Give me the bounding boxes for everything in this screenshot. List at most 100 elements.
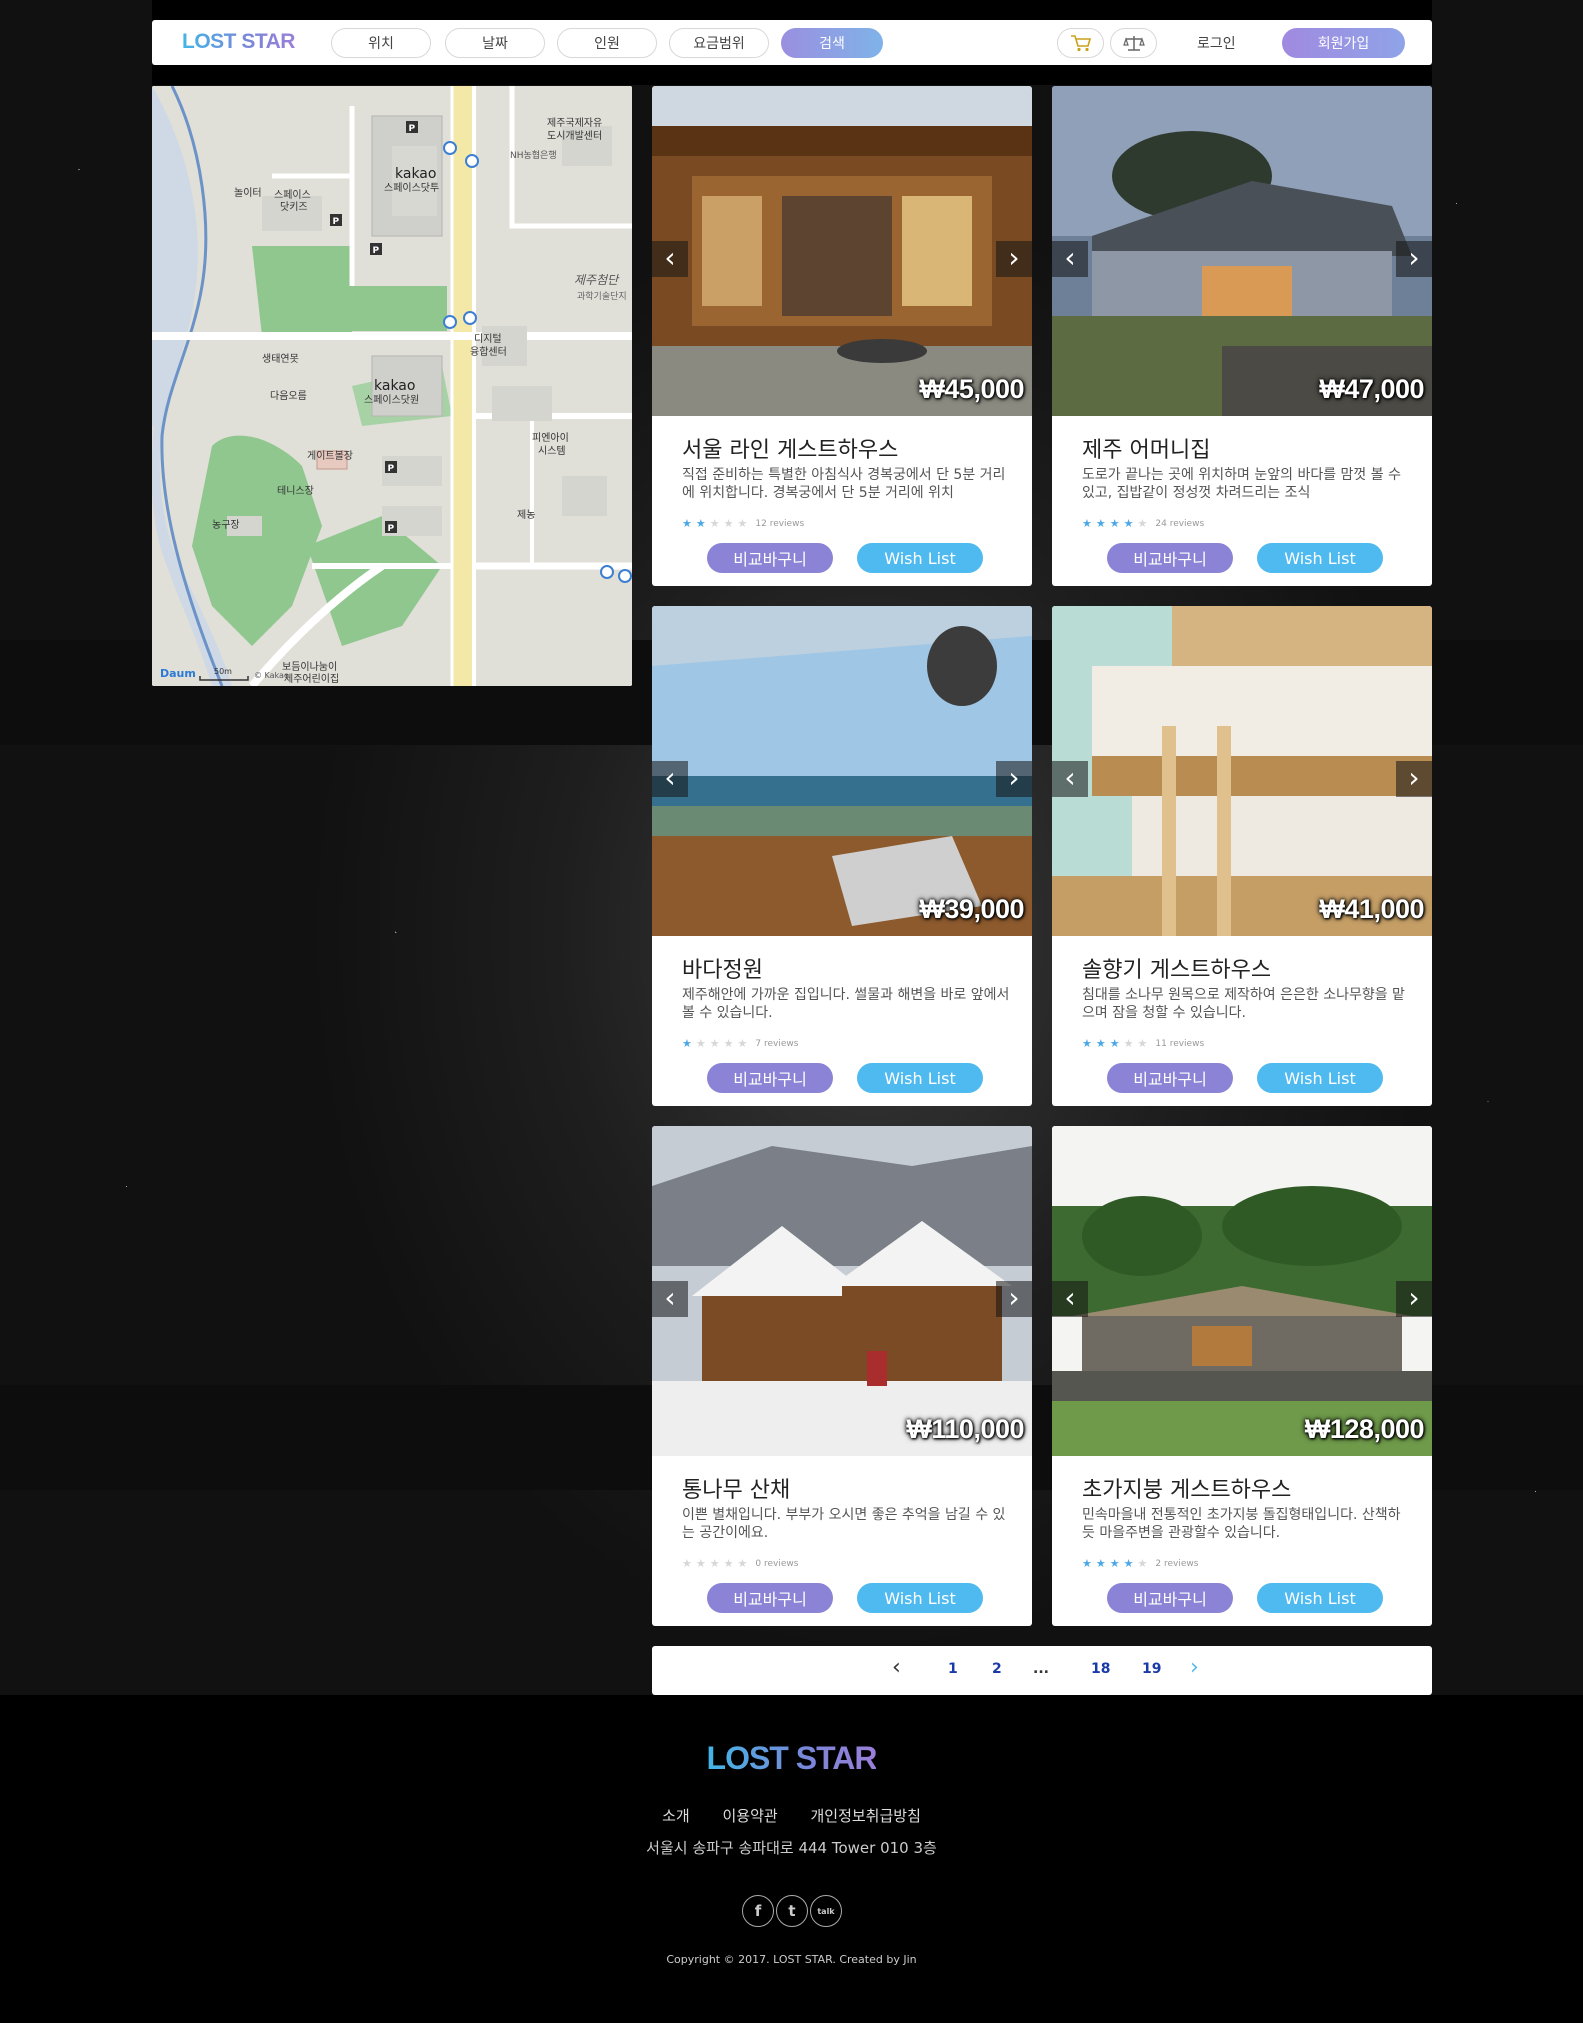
svg-text:P: P xyxy=(388,524,395,534)
listing-photo[interactable]: ‹ › ₩41,000 xyxy=(1052,606,1432,936)
review-count: 12 reviews xyxy=(755,518,805,529)
wish-list-button[interactable]: Wish List xyxy=(857,1063,983,1093)
photo-next-button[interactable]: › xyxy=(1396,241,1432,277)
wish-list-button[interactable]: Wish List xyxy=(857,1583,983,1613)
photo-prev-button[interactable]: ‹ xyxy=(1052,1281,1088,1317)
listing-card[interactable]: ‹ › ₩45,000 서울 라인 게스트하우스 직접 준비하는 특별한 아침식… xyxy=(652,86,1032,586)
photo-next-button[interactable]: › xyxy=(996,241,1032,277)
listing-photo[interactable]: ‹ › ₩110,000 xyxy=(652,1126,1032,1456)
listing-card[interactable]: ‹ › ₩39,000 바다정원 제주해안에 가까운 집입니다. 썰물과 해변을… xyxy=(652,606,1032,1106)
nav-location-button[interactable]: 위치 xyxy=(331,28,431,58)
listing-photo-image xyxy=(1052,86,1432,416)
prev-page-button[interactable]: ‹ xyxy=(892,1655,901,1680)
compare-scale-button[interactable] xyxy=(1110,28,1157,58)
page-link-19[interactable]: 19 xyxy=(1142,1661,1161,1677)
star-icon: ★ xyxy=(737,1037,748,1050)
wish-list-button[interactable]: Wish List xyxy=(1257,1583,1383,1613)
footer-link-about[interactable]: 소개 xyxy=(662,1807,690,1825)
pagination: ‹ 1 2 ... 18 19 › xyxy=(652,1646,1432,1695)
star-icon: ★ xyxy=(709,1037,720,1050)
star-icon: ★ xyxy=(723,1557,734,1570)
signup-button[interactable]: 회원가입 xyxy=(1282,28,1405,58)
star-icon: ★ xyxy=(723,1037,734,1050)
map-label: 스페이스닷투 xyxy=(384,182,439,194)
add-to-compare-button[interactable]: 비교바구니 xyxy=(1107,1583,1233,1613)
listing-photo[interactable]: ‹ › ₩39,000 xyxy=(652,606,1032,936)
listing-rating: ★ ★ ★ ★ ★ 11 reviews xyxy=(1082,1037,1204,1050)
listing-description: 이쁜 별채입니다. 부부가 오시면 좋은 추억을 남길 수 있는 공간이에요. xyxy=(682,1507,1006,1541)
balance-scale-icon xyxy=(1122,36,1145,51)
nav-guests-button[interactable]: 인원 xyxy=(557,28,657,58)
listing-title[interactable]: 바다정원 xyxy=(682,952,763,984)
photo-next-button[interactable]: › xyxy=(1396,761,1432,797)
add-to-compare-button[interactable]: 비교바구니 xyxy=(707,1583,833,1613)
footer-address: 서울시 송파구 송파대로 444 Tower 010 3층 xyxy=(646,1839,937,1857)
cart-button[interactable] xyxy=(1057,28,1104,58)
listing-card[interactable]: ‹ › ₩128,000 초가지붕 게스트하우스 민속마을내 전통적인 초가지붕… xyxy=(1052,1126,1432,1626)
review-count: 11 reviews xyxy=(1155,1038,1205,1049)
nav-date-button[interactable]: 날짜 xyxy=(445,28,545,58)
photo-prev-button[interactable]: ‹ xyxy=(652,761,688,797)
listing-price: ₩41,000 xyxy=(1319,894,1424,924)
photo-prev-button[interactable]: ‹ xyxy=(1052,241,1088,277)
map-canvas[interactable]: P P P P P 제주국제자유 도시개발센터 NH농협은행 kakao 스페이스닷투… xyxy=(152,86,632,686)
photo-next-button[interactable]: › xyxy=(996,1281,1032,1317)
listing-title[interactable]: 제주 어머니집 xyxy=(1082,432,1210,464)
photo-prev-button[interactable]: ‹ xyxy=(1052,761,1088,797)
listing-photo[interactable]: ‹ › ₩45,000 xyxy=(652,86,1032,416)
map-copyright: © Kakao xyxy=(254,671,289,680)
nav-price-range-button[interactable]: 요금범위 xyxy=(669,28,769,58)
photo-prev-button[interactable]: ‹ xyxy=(652,1281,688,1317)
listing-title[interactable]: 서울 라인 게스트하우스 xyxy=(682,432,898,464)
page-link-1[interactable]: 1 xyxy=(948,1661,958,1677)
listing-description: 직접 준비하는 특별한 아침식사 경복궁에서 단 5분 거리에 위치합니다. 경… xyxy=(682,467,1006,501)
wish-list-button[interactable]: Wish List xyxy=(857,543,983,573)
listing-title[interactable]: 초가지붕 게스트하우스 xyxy=(1082,1472,1291,1504)
listing-title[interactable]: 솔향기 게스트하우스 xyxy=(1082,952,1271,984)
site-logo[interactable]: LOST STAR xyxy=(182,30,295,54)
login-link[interactable]: 로그인 xyxy=(1197,33,1236,53)
listing-description: 제주해안에 가까운 집입니다. 썰물과 해변을 바로 앞에서 볼 수 있습니다. xyxy=(682,987,1010,1021)
star-icon: ★ xyxy=(695,517,706,530)
add-to-compare-button[interactable]: 비교바구니 xyxy=(1107,543,1233,573)
photo-next-button[interactable]: › xyxy=(1396,1281,1432,1317)
listing-title[interactable]: 통나무 산채 xyxy=(682,1472,790,1504)
map-label: 디지털 xyxy=(474,333,502,345)
listing-description: 도로가 끝나는 곳에 위치하며 눈앞의 바다를 맘껏 볼 수 있고, 집밥같이 … xyxy=(1082,467,1401,501)
map-label: 과학기술단지 xyxy=(577,291,627,302)
footer-logo[interactable]: LOST STAR xyxy=(0,1740,1583,1777)
wish-list-button[interactable]: Wish List xyxy=(1257,1063,1383,1093)
next-page-button[interactable]: › xyxy=(1190,1655,1199,1680)
wish-list-button[interactable]: Wish List xyxy=(1257,543,1383,573)
listing-description: 침대를 소나무 원목으로 제작하여 은은한 소나무향을 맡으며 잠을 청할 수 … xyxy=(1082,987,1405,1021)
listing-photo[interactable]: ‹ › ₩47,000 xyxy=(1052,86,1432,416)
listing-rating: ★ ★ ★ ★ ★ 7 reviews xyxy=(682,1037,798,1050)
star-icon: ★ xyxy=(737,1557,748,1570)
map-label: 보듬이나눔이 xyxy=(282,661,337,673)
twitter-icon[interactable]: t xyxy=(776,1895,808,1927)
photo-next-button[interactable]: › xyxy=(996,761,1032,797)
add-to-compare-button[interactable]: 비교바구니 xyxy=(1107,1063,1233,1093)
photo-prev-button[interactable]: ‹ xyxy=(652,241,688,277)
listing-card[interactable]: ‹ › ₩41,000 솔향기 게스트하우스 침대를 소나무 원목으로 제작하여… xyxy=(1052,606,1432,1106)
star-icon: ★ xyxy=(695,1557,706,1570)
listing-photo[interactable]: ‹ › ₩128,000 xyxy=(1052,1126,1432,1456)
map-label: 시스템 xyxy=(538,445,566,457)
page-link-18[interactable]: 18 xyxy=(1091,1661,1110,1677)
kakaotalk-icon[interactable]: talk xyxy=(810,1895,842,1927)
listing-price: ₩47,000 xyxy=(1319,374,1424,404)
facebook-icon[interactable]: f xyxy=(742,1895,774,1927)
page-link-2[interactable]: 2 xyxy=(992,1661,1002,1677)
location-map[interactable]: P P P P P 제주국제자유 도시개발센터 NH농협은행 kakao 스페이스닷투… xyxy=(152,86,632,686)
map-label: 생태연못 xyxy=(262,353,299,365)
listing-card[interactable]: ‹ › ₩47,000 제주 어머니집 도로가 끝나는 곳에 위치하며 눈앞의 … xyxy=(1052,86,1432,586)
footer-link-terms[interactable]: 이용약관 xyxy=(723,1807,778,1825)
map-label: 융합센터 xyxy=(470,346,507,358)
listing-card[interactable]: ‹ › ₩110,000 통나무 산채 이쁜 별채입니다. 부부가 오시면 좋은… xyxy=(652,1126,1032,1626)
footer-link-privacy[interactable]: 개인정보취급방침 xyxy=(810,1807,920,1825)
search-button[interactable]: 검색 xyxy=(781,28,883,58)
add-to-compare-button[interactable]: 비교바구니 xyxy=(707,1063,833,1093)
map-label: 제주첨단 xyxy=(574,273,620,287)
add-to-compare-button[interactable]: 비교바구니 xyxy=(707,543,833,573)
cart-icon xyxy=(1070,35,1091,52)
